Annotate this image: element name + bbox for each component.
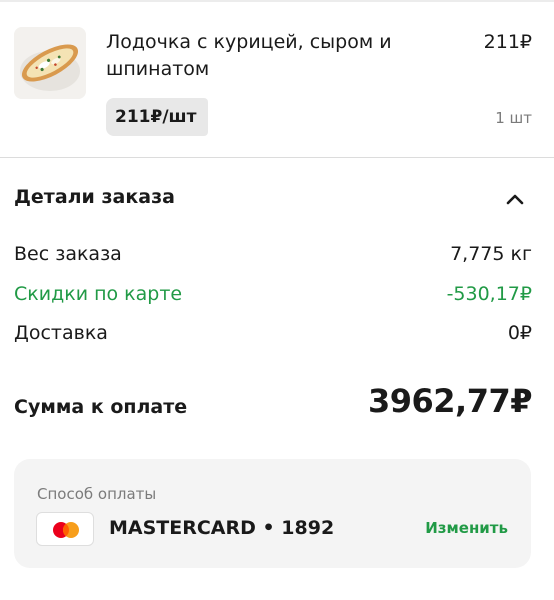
total-row: Сумма к оплате 3962,77₽	[14, 380, 533, 430]
card-name: MASTERCARD • 1892	[109, 517, 335, 539]
order-details-title: Детали заказа	[14, 186, 175, 208]
payment-method-title: Способ оплаты	[37, 485, 157, 503]
product-image[interactable]	[14, 27, 86, 99]
change-payment-button[interactable]: Изменить	[425, 519, 508, 537]
card-discount-value: -530,17₽	[446, 283, 532, 305]
product-price: 211₽	[483, 31, 532, 53]
total-value: 3962,77₽	[367, 382, 533, 420]
total-label: Сумма к оплате	[14, 396, 188, 418]
product-quantity: 1 шт	[495, 109, 532, 127]
cart-item[interactable]: Лодочка с курицей, сыром и шпинатом 211₽…	[0, 2, 554, 158]
chevron-up-icon[interactable]	[504, 188, 526, 210]
mastercard-icon	[36, 512, 94, 546]
unit-price-tag: 211₽/шт	[106, 98, 209, 136]
order-details-header[interactable]: Детали заказа	[0, 158, 554, 236]
delivery-value: 0₽	[507, 322, 532, 344]
order-weight-value: 7,775 кг	[450, 243, 532, 265]
card-discount-label: Скидки по карте	[14, 283, 183, 305]
product-name[interactable]: Лодочка с курицей, сыром и шпинатом	[106, 29, 436, 83]
payment-method-card[interactable]: Способ оплаты MASTERCARD • 1892 Изменить	[14, 459, 531, 568]
delivery-label: Доставка	[14, 322, 108, 344]
order-weight-label: Вес заказа	[14, 243, 122, 265]
